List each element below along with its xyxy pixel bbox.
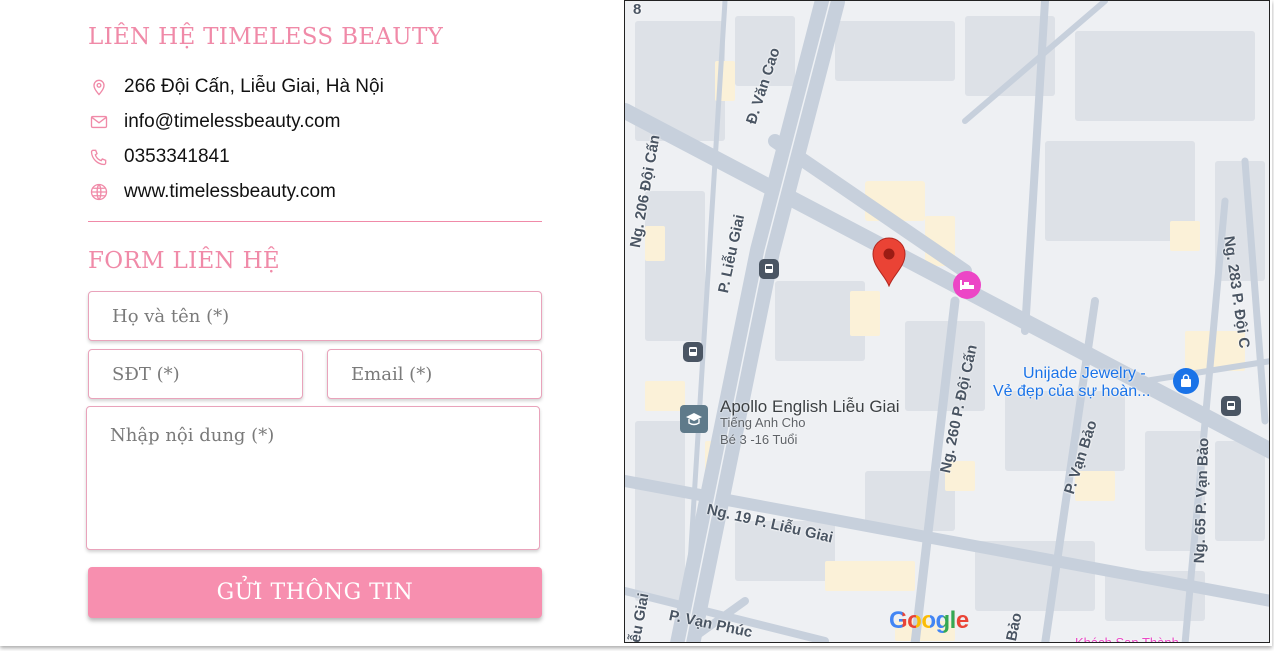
location-pin-icon: [88, 76, 110, 98]
poi-bottom-cut: Khách Sạn Thành: [1075, 635, 1179, 643]
map-marker-icon[interactable]: [871, 237, 907, 287]
submit-button[interactable]: GỬI THÔNG TIN: [88, 567, 542, 618]
street-label-number: 8: [633, 1, 642, 18]
map-tiles: [625, 1, 1269, 642]
hotel-icon[interactable]: [953, 271, 981, 299]
poi-unijade-sub[interactable]: Vẻ đẹp của sự hoàn...: [993, 383, 1150, 401]
bus-stop-icon[interactable]: [759, 259, 779, 279]
address-row: 266 Đội Cấn, Liễu Giai, Hà Nội: [88, 73, 384, 101]
envelope-icon: [88, 111, 110, 133]
email-link[interactable]: info@timelessbeauty.com: [124, 111, 340, 133]
map-embed[interactable]: 8 Đ. Văn Cao Ng. 206 Đội Cấn P. Liễu Gia…: [624, 0, 1270, 643]
form-title: FORM LIÊN HỆ: [88, 248, 281, 274]
address-text: 266 Đội Cấn, Liễu Giai, Hà Nội: [124, 76, 384, 97]
website-row: www.timelessbeauty.com: [88, 178, 336, 206]
google-logo: Google: [889, 607, 969, 635]
message-textarea[interactable]: Nhập nội dung (*): [86, 406, 540, 550]
phone-link[interactable]: 0353341841: [124, 146, 230, 168]
email-placeholder: Email (*): [351, 363, 433, 385]
shopping-bag-icon[interactable]: [1173, 368, 1199, 394]
email-row: info@timelessbeauty.com: [88, 108, 340, 136]
section-divider: [88, 221, 542, 222]
phone-input[interactable]: SĐT (*): [88, 349, 303, 399]
message-placeholder: Nhập nội dung (*): [110, 425, 275, 446]
website-link[interactable]: www.timelessbeauty.com: [124, 181, 336, 203]
contact-title: LIÊN HỆ TIMELESS BEAUTY: [88, 24, 444, 50]
poi-apollo-name[interactable]: Apollo English Liễu Giai: [720, 397, 900, 417]
name-placeholder: Họ và tên (*): [112, 305, 230, 327]
contact-panel: LIÊN HỆ TIMELESS BEAUTY 266 Đội Cấn, Liễ…: [0, 0, 624, 643]
poi-unijade-name[interactable]: Unijade Jewelry -: [1023, 365, 1146, 383]
bus-stop-icon[interactable]: [1221, 396, 1241, 416]
globe-icon: [88, 181, 110, 203]
contact-page: LIÊN HỆ TIMELESS BEAUTY 266 Đội Cấn, Liễ…: [0, 0, 1274, 651]
poi-apollo-sub1: Tiếng Anh Cho: [720, 415, 806, 430]
name-input[interactable]: Họ và tên (*): [88, 291, 542, 341]
google-logo-text: Google: [889, 607, 969, 634]
poi-apollo-sub2: Bé 3 -16 Tuổi: [720, 432, 798, 447]
bus-stop-icon[interactable]: [683, 342, 703, 362]
email-input[interactable]: Email (*): [327, 349, 542, 399]
phone-placeholder: SĐT (*): [112, 363, 180, 385]
phone-icon: [88, 146, 110, 168]
school-icon[interactable]: [680, 405, 708, 433]
phone-row: 0353341841: [88, 143, 230, 171]
